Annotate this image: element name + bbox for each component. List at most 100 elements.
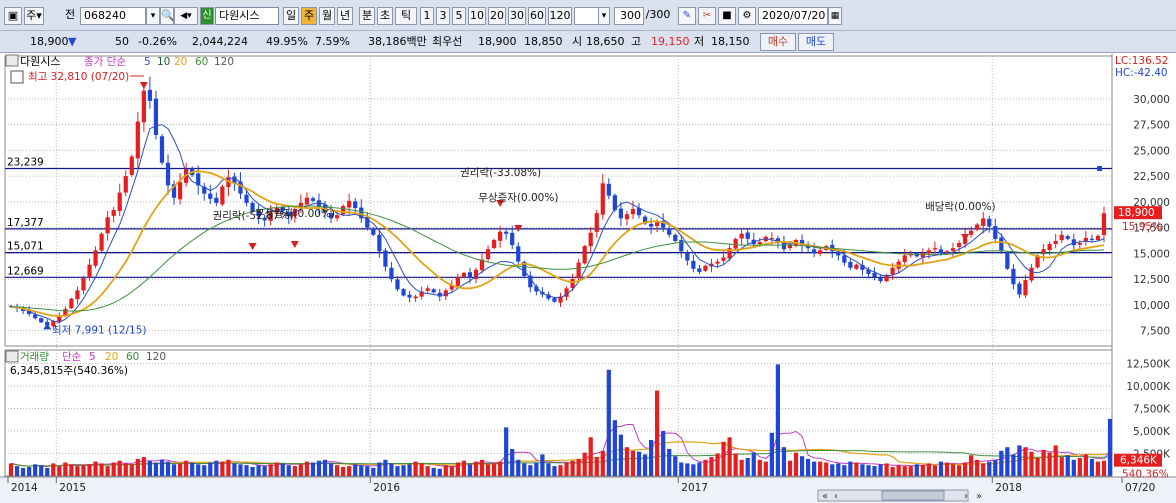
- candle[interactable]: [1101, 213, 1107, 235]
- volume-bar[interactable]: [504, 427, 509, 476]
- candle[interactable]: [1023, 280, 1028, 296]
- volume-bar[interactable]: [274, 462, 279, 477]
- volume-bar[interactable]: [836, 463, 841, 476]
- volume-bar[interactable]: [341, 467, 346, 476]
- candle[interactable]: [407, 294, 412, 298]
- candle[interactable]: [606, 183, 611, 196]
- volume-bar[interactable]: [594, 457, 599, 476]
- candle[interactable]: [872, 272, 877, 278]
- interval-dropdown-icon[interactable]: ▾: [598, 7, 610, 25]
- candle[interactable]: [733, 238, 738, 249]
- candle[interactable]: [425, 288, 430, 291]
- volume-bar[interactable]: [159, 459, 165, 476]
- volume-bar[interactable]: [449, 466, 454, 476]
- volume-bar[interactable]: [606, 369, 611, 476]
- candle[interactable]: [1065, 236, 1070, 239]
- volume-bar[interactable]: [848, 461, 853, 476]
- volume-bar[interactable]: [908, 466, 913, 476]
- stock-code-input[interactable]: 068240: [80, 7, 146, 25]
- candle[interactable]: [431, 289, 436, 293]
- volume-bar[interactable]: [1107, 418, 1113, 476]
- volume-bar[interactable]: [691, 464, 696, 476]
- volume-bar[interactable]: [485, 464, 491, 476]
- candle[interactable]: [117, 192, 122, 212]
- candle[interactable]: [353, 201, 358, 209]
- volume-bar[interactable]: [667, 449, 672, 476]
- volume-bar[interactable]: [1035, 458, 1040, 476]
- volume-bar[interactable]: [582, 452, 587, 476]
- volume-bar[interactable]: [262, 466, 267, 476]
- candle[interactable]: [975, 224, 980, 230]
- volume-bar[interactable]: [165, 461, 171, 476]
- volume-bar[interactable]: [413, 461, 418, 476]
- volume-bar[interactable]: [981, 463, 986, 476]
- volume-bar[interactable]: [1077, 458, 1082, 476]
- candle[interactable]: [1005, 252, 1010, 269]
- candle[interactable]: [648, 223, 654, 227]
- volume-bar[interactable]: [751, 452, 756, 476]
- volume-bar[interactable]: [624, 447, 630, 476]
- volume-bar[interactable]: [1023, 447, 1028, 476]
- volume-bar[interactable]: [787, 460, 793, 476]
- candle[interactable]: [371, 228, 376, 235]
- volume-bar[interactable]: [250, 467, 255, 476]
- volume-bar[interactable]: [872, 466, 877, 476]
- candle[interactable]: [334, 215, 340, 219]
- candle[interactable]: [395, 279, 400, 290]
- candle[interactable]: [1011, 268, 1016, 285]
- volume-bar[interactable]: [588, 437, 593, 476]
- candle[interactable]: [1089, 238, 1095, 240]
- volume-bar[interactable]: [830, 464, 835, 476]
- volume-bar[interactable]: [63, 462, 68, 477]
- volume-bar[interactable]: [220, 461, 225, 476]
- candle[interactable]: [1017, 283, 1022, 295]
- save-icon[interactable]: ■: [718, 7, 736, 25]
- volume-bar[interactable]: [715, 453, 720, 477]
- volume-bar[interactable]: [81, 465, 86, 476]
- candle[interactable]: [769, 237, 774, 239]
- volume-bar[interactable]: [334, 465, 340, 476]
- candle[interactable]: [842, 255, 847, 263]
- volume-bar[interactable]: [1095, 461, 1101, 476]
- volume-bar[interactable]: [576, 458, 581, 476]
- interval-120[interactable]: 120: [548, 7, 572, 25]
- candle[interactable]: [75, 290, 80, 300]
- volume-bar[interactable]: [805, 458, 811, 476]
- volume-bar[interactable]: [679, 462, 684, 477]
- volume-bar[interactable]: [1083, 454, 1088, 476]
- candle[interactable]: [87, 264, 92, 278]
- volume-bar[interactable]: [1053, 445, 1058, 476]
- volume-bar[interactable]: [57, 466, 62, 476]
- candle[interactable]: [745, 232, 750, 239]
- candle[interactable]: [812, 249, 817, 254]
- volume-bar[interactable]: [661, 431, 666, 476]
- volume-bar[interactable]: [763, 461, 768, 476]
- volume-bar[interactable]: [177, 463, 183, 476]
- candle[interactable]: [141, 90, 146, 123]
- volume-bar[interactable]: [286, 465, 291, 476]
- volume-bar[interactable]: [316, 460, 322, 476]
- volume-bar[interactable]: [1011, 454, 1016, 476]
- candle[interactable]: [341, 205, 346, 215]
- volume-bar[interactable]: [799, 456, 805, 476]
- volume-bar[interactable]: [769, 432, 774, 476]
- candle[interactable]: [576, 262, 581, 279]
- candle[interactable]: [413, 296, 418, 299]
- volume-bar[interactable]: [818, 461, 823, 476]
- volume-bar[interactable]: [757, 459, 762, 476]
- volume-bar[interactable]: [280, 463, 285, 476]
- volume-bar[interactable]: [890, 467, 895, 476]
- volume-bar[interactable]: [202, 465, 207, 476]
- candle[interactable]: [455, 277, 460, 286]
- candle[interactable]: [691, 260, 696, 269]
- candle[interactable]: [878, 277, 883, 282]
- candle[interactable]: [630, 209, 636, 215]
- reference-line-handle[interactable]: [1097, 166, 1102, 172]
- candle[interactable]: [703, 265, 708, 271]
- candle[interactable]: [600, 183, 605, 215]
- volume-bar[interactable]: [153, 462, 159, 477]
- volume-bar[interactable]: [860, 464, 865, 476]
- volume-bar[interactable]: [14, 466, 20, 476]
- volume-bar[interactable]: [39, 465, 44, 476]
- volume-bar[interactable]: [455, 462, 460, 477]
